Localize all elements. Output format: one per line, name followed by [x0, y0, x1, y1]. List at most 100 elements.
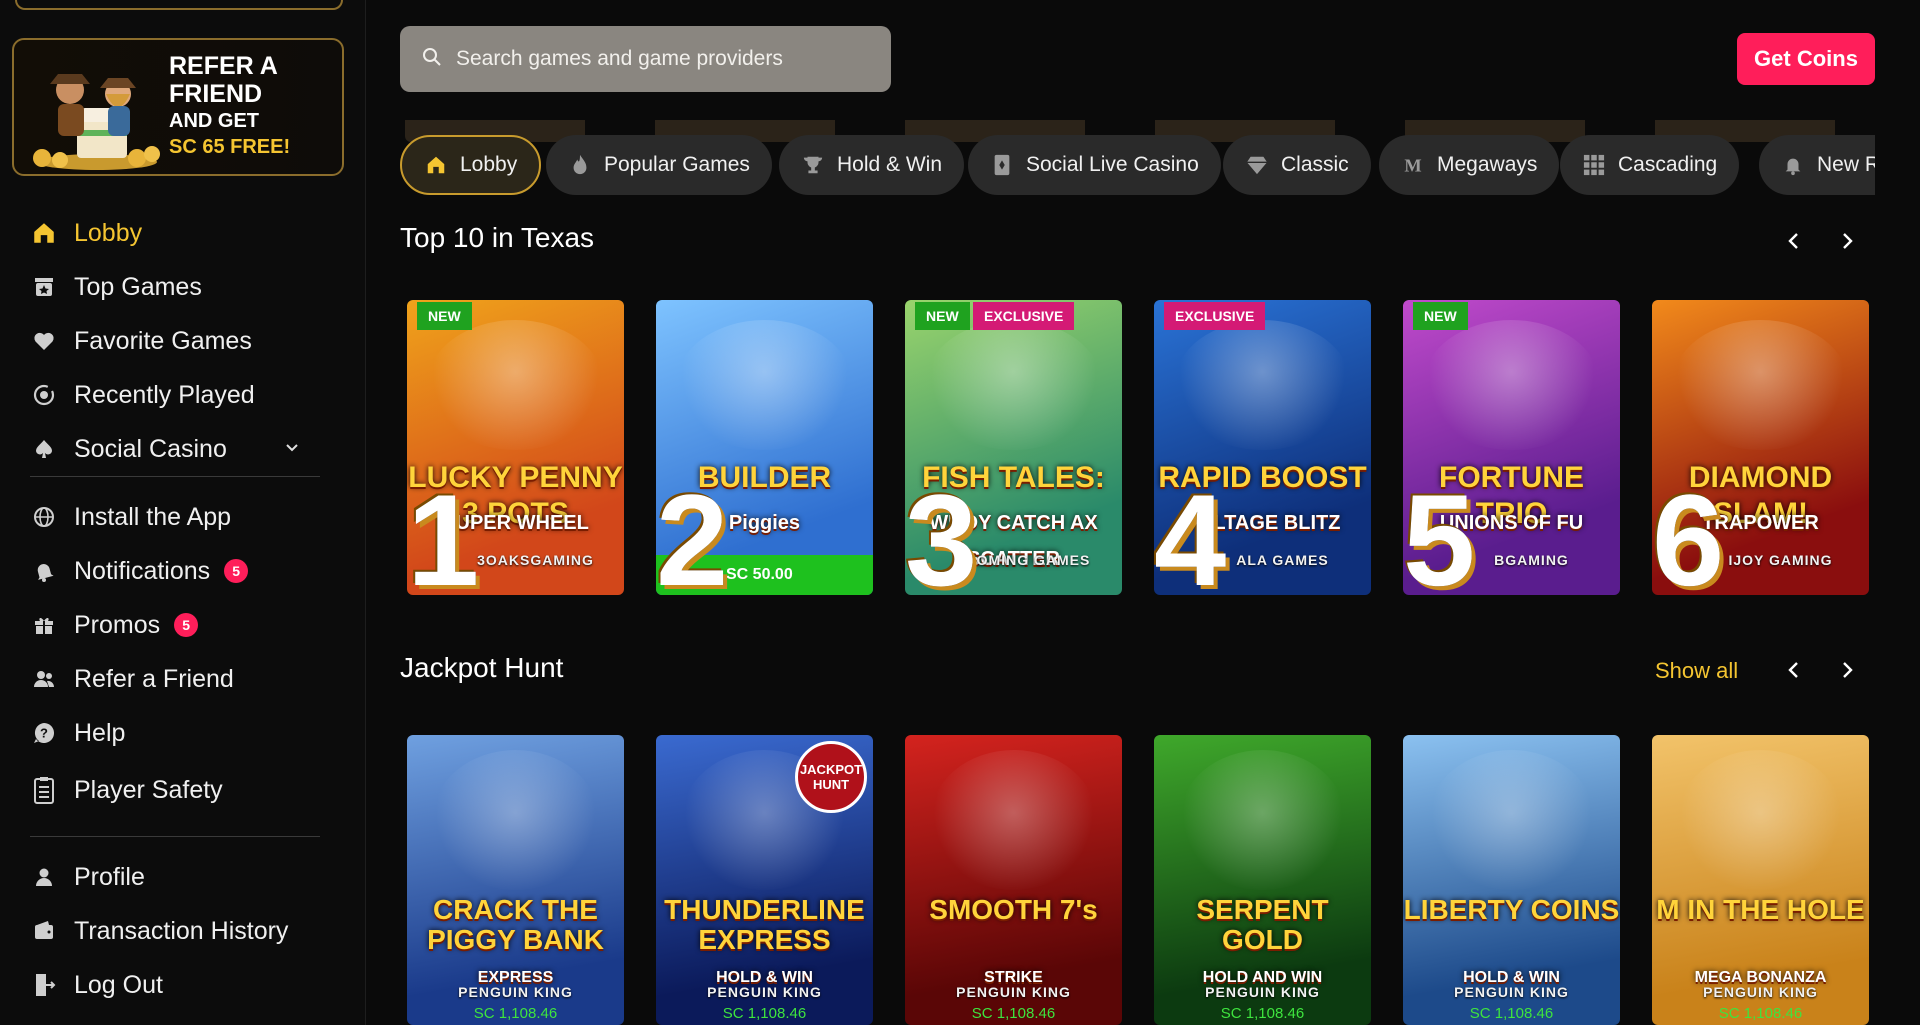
sidebar-item-promos[interactable]: Promos 5 [30, 605, 330, 645]
search-icon [422, 47, 442, 72]
game-card[interactable]: LUCKY PENNY 3 POTS SUPER WHEEL 3OAKSGAMING… [407, 300, 624, 595]
grid-icon [1582, 153, 1606, 177]
trophy-icon [801, 153, 825, 177]
game-card[interactable]: M IN THE HOLE MEGA BONANZA PENGUIN KING SC … [1652, 735, 1869, 1025]
sidebar-item-refer-friend[interactable]: Refer a Friend [30, 659, 330, 699]
game-card[interactable]: CRACK THE PIGGY BANK EXPRESS PENGUIN KING S… [407, 735, 624, 1025]
sidebar-item-help[interactable]: ? Help [30, 713, 330, 753]
tab-label: Social Live Casino [1026, 153, 1199, 176]
jackpot-amount: SC 1,108.46 [722, 1005, 807, 1022]
game-card[interactable]: THUNDERLINE EXPRESS HOLD & WIN PENGUIN KIN… [656, 735, 873, 1025]
tab-lobby[interactable]: Lobby [400, 135, 542, 195]
jackpot-prev-arrow-icon[interactable] [1781, 657, 1807, 683]
sidebar-item-notifications[interactable]: Notifications 5 [30, 551, 330, 591]
tab-label: Cascading [1618, 153, 1718, 176]
sidebar-item-log-out[interactable]: Log Out [30, 965, 330, 1005]
diamond-icon [1245, 153, 1269, 177]
chevron-down-icon[interactable] [284, 439, 300, 460]
sidebar-item-label: Favorite Games [74, 326, 252, 355]
game-provider: PENGUIN KING [458, 984, 573, 1000]
sidebar-item-social-casino[interactable]: Social Casino [30, 429, 330, 469]
sidebar-item-lobby[interactable]: Lobby [30, 213, 330, 253]
refer-friend-banner[interactable]: REFER A FRIEND AND GET SC 65 FREE! [12, 38, 344, 176]
sidebar-divider [30, 476, 320, 477]
game-card[interactable]: SMOOTH 7's STRIKE PENGUIN KING SC 1,108.46 [905, 735, 1122, 1025]
sidebar-item-profile[interactable]: Profile [30, 857, 330, 897]
section-title-jackpot-hunt: Jackpot Hunt [400, 652, 564, 683]
sidebar-item-label: Player Safety [74, 775, 223, 804]
sidebar-divider [30, 836, 320, 837]
refer-line-1: REFER A [169, 52, 278, 80]
sidebar-item-install-app[interactable]: Install the App [30, 497, 330, 537]
game-artwork [432, 750, 599, 890]
sidebar-item-label: Social Casino [74, 434, 227, 463]
flame-icon [568, 153, 592, 177]
globe-icon [30, 503, 58, 531]
jackpot-amount: SC 1,108.46 [971, 1005, 1056, 1022]
tab-classic[interactable]: Classic [1223, 135, 1371, 195]
sidebar-item-recently-played[interactable]: Recently Played [30, 375, 330, 415]
tab-megaways[interactable]: M Megaways [1379, 135, 1560, 195]
game-card[interactable]: FORTUNE TRIO UNIONS OF FU BGAMING 5 NEW [1403, 300, 1620, 595]
rank-number: 3 [905, 467, 978, 595]
game-card[interactable]: DIAMOND SLAM! TRAPOWER IJOY GAMING 6 [1652, 300, 1869, 595]
top10-next-arrow-icon[interactable] [1834, 228, 1860, 254]
gift-icon [30, 611, 58, 639]
new-tag: NEW [417, 302, 472, 330]
game-card[interactable]: FISH TALES: WBOY CATCH AX SCATTER OMING GA… [905, 300, 1122, 595]
app-root: REFER A FRIEND AND GET SC 65 FREE! Lobby… [0, 0, 1920, 1025]
refer-line-2: FRIEND [169, 80, 263, 108]
notification-count-badge: 5 [224, 559, 249, 583]
game-provider: PENGUIN KING [1703, 984, 1818, 1000]
jackpot-amount: SC 1,108.46 [473, 1005, 558, 1022]
game-artwork [1672, 320, 1849, 450]
exclusive-tag: EXCLUSIVE [1164, 302, 1266, 330]
search-input[interactable]: Search games and game providers [400, 26, 891, 92]
sidebar-item-label: Top Games [74, 272, 202, 301]
get-coins-button[interactable]: Get Coins [1737, 33, 1875, 85]
game-card[interactable]: BUILDER Piggies SC 50.00 2 [656, 300, 873, 595]
game-artwork [1428, 750, 1595, 890]
tab-popular-games[interactable]: Popular Games [546, 135, 772, 195]
sidebar-item-transaction-history[interactable]: Transaction History [30, 911, 330, 951]
game-card[interactable]: LIBERTY COINS HOLD & WIN PENGUIN KING SC 1,… [1403, 735, 1620, 1025]
new-tag: NEW [1413, 302, 1468, 330]
game-artwork [925, 320, 1102, 450]
sidebar-item-label: Install the App [74, 502, 232, 531]
sidebar-item-top-games[interactable]: Top Games [30, 267, 330, 307]
sidebar-item-label: Lobby [74, 218, 143, 247]
logout-icon [30, 971, 58, 999]
game-artwork [930, 750, 1097, 890]
users-icon [30, 665, 58, 693]
game-card[interactable]: RAPID BOOST VOLTAGE BLITZ ALA GAMES 4 EXCLUS… [1154, 300, 1371, 595]
exclusive-tag: EXCLUSIVE [973, 302, 1075, 330]
svg-text:M: M [1404, 155, 1421, 175]
game-provider: PENGUIN KING [1205, 984, 1320, 1000]
game-provider: PENGUIN KING [956, 984, 1071, 1000]
game-artwork [1174, 320, 1351, 450]
tab-hold-and-win[interactable]: Hold & Win [779, 135, 965, 195]
sidebar-item-label: Refer a Friend [74, 664, 234, 693]
sidebar-item-label: Recently Played [74, 380, 255, 409]
tab-label: Megaways [1437, 153, 1538, 176]
tab-social-live-casino[interactable]: Social Live Casino [968, 135, 1221, 195]
sidebar-item-label: Transaction History [74, 916, 289, 945]
sidebar-item-favorite-games[interactable]: Favorite Games [30, 321, 330, 361]
jackpot-next-arrow-icon[interactable] [1834, 657, 1860, 683]
rank-number: 2 [656, 467, 729, 595]
jackpot-amount: SC 1,108.46 [1718, 1005, 1803, 1022]
new-tag: NEW [915, 302, 970, 330]
tab-new-releases[interactable]: New Re [1759, 135, 1875, 195]
game-card[interactable]: SERPENT GOLD HOLD AND WIN PENGUIN KING SC 1… [1154, 735, 1371, 1025]
game-artwork [1677, 750, 1844, 890]
sidebar-item-label: Notifications [74, 556, 211, 585]
game-title: THUNDERLINE EXPRESS [664, 894, 865, 955]
rank-number: 4 [1154, 467, 1227, 595]
tab-label: Lobby [460, 153, 518, 176]
top10-prev-arrow-icon[interactable] [1781, 228, 1807, 254]
show-all-link[interactable]: Show all [1655, 658, 1738, 684]
tab-cascading[interactable]: Cascading [1560, 135, 1740, 195]
game-provider: PENGUIN KING [707, 984, 822, 1000]
sidebar: REFER A FRIEND AND GET SC 65 FREE! Lobby… [0, 0, 366, 1025]
sidebar-item-player-safety[interactable]: Player Safety [30, 770, 330, 810]
